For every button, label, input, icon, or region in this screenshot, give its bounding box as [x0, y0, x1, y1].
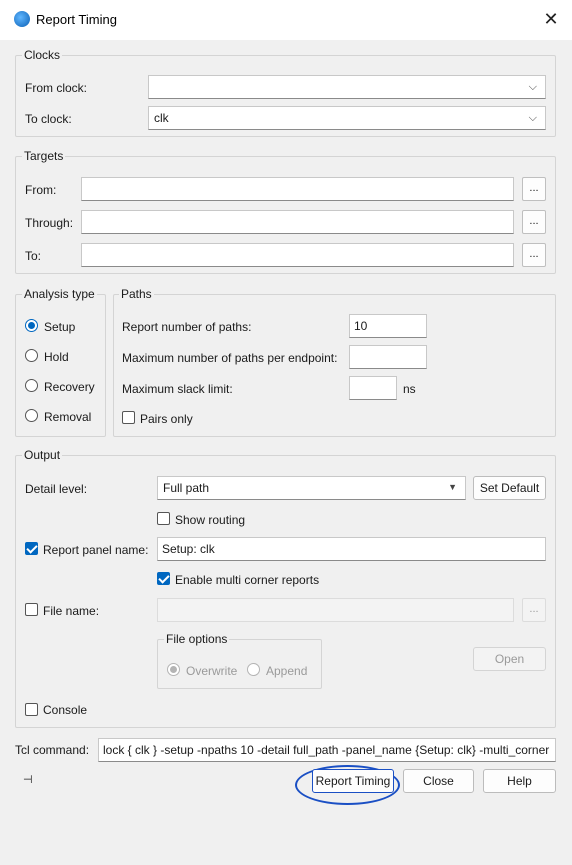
max-slack-input[interactable]: [349, 376, 397, 400]
hold-radio-label: Hold: [44, 350, 69, 364]
close-icon[interactable]: ✕: [540, 8, 562, 30]
target-through-browse-button[interactable]: ...: [522, 210, 546, 234]
max-per-endpoint-label: Maximum number of paths per endpoint:: [122, 351, 338, 365]
removal-radio-label: Removal: [44, 410, 92, 424]
max-slack-label: Maximum slack limit:: [122, 382, 233, 396]
targets-group-label: Targets: [22, 149, 66, 163]
hold-radio[interactable]: [25, 349, 38, 362]
overwrite-radio[interactable]: [167, 663, 180, 676]
pairs-only-checkbox[interactable]: [122, 411, 135, 424]
show-routing-checkbox[interactable]: [157, 512, 170, 525]
report-panel-name-checkbox[interactable]: [25, 542, 38, 555]
target-from-browse-button[interactable]: ...: [522, 177, 546, 201]
file-name-label: File name:: [43, 604, 100, 618]
file-options-label: File options: [164, 632, 230, 646]
max-per-endpoint-input[interactable]: [349, 345, 427, 369]
file-name-browse-button[interactable]: ...: [522, 598, 546, 622]
pin-icon[interactable]: ⊣: [23, 773, 33, 786]
report-panel-name-input[interactable]: Setup: clk: [157, 537, 546, 561]
console-label: Console: [43, 703, 88, 717]
max-slack-unit: ns: [403, 382, 416, 396]
window-bottom: [0, 850, 572, 865]
pairs-only-label: Pairs only: [140, 412, 193, 426]
chevron-down-icon: ⌵: [528, 81, 537, 93]
append-radio[interactable]: [247, 663, 260, 676]
recovery-radio[interactable]: [25, 379, 38, 392]
quartus-globe-icon: [14, 11, 30, 27]
detail-level-value: Full path: [163, 481, 210, 495]
target-through-label: Through:: [25, 216, 74, 230]
tcl-command-input[interactable]: lock { clk } -setup -npaths 10 -detail f…: [98, 738, 556, 762]
to-clock-select[interactable]: clk ⌵: [148, 106, 546, 130]
from-clock-select[interactable]: ⌵: [148, 75, 546, 99]
multi-corner-label: Enable multi corner reports: [175, 573, 320, 587]
target-through-input[interactable]: [81, 210, 514, 234]
target-to-input[interactable]: [81, 243, 514, 267]
to-clock-label: To clock:: [25, 112, 72, 126]
chevron-down-icon: ⌵: [528, 112, 537, 124]
target-to-browse-button[interactable]: ...: [522, 243, 546, 267]
show-routing-label: Show routing: [175, 513, 246, 527]
set-default-button[interactable]: Set Default: [473, 476, 546, 500]
console-checkbox[interactable]: [25, 703, 38, 716]
append-label: Append: [266, 664, 308, 678]
dropdown-arrow-icon: ▼: [448, 482, 457, 492]
setup-radio[interactable]: [25, 319, 38, 332]
target-from-input[interactable]: [81, 177, 514, 201]
recovery-radio-label: Recovery: [44, 380, 95, 394]
file-name-input[interactable]: [157, 598, 514, 622]
file-name-checkbox[interactable]: [25, 603, 38, 616]
to-clock-value: clk: [154, 111, 169, 125]
clocks-group-label: Clocks: [22, 48, 63, 62]
paths-group-label: Paths: [119, 287, 154, 301]
removal-radio[interactable]: [25, 409, 38, 422]
setup-radio-label: Setup: [44, 320, 76, 334]
output-group-label: Output: [22, 448, 63, 462]
detail-level-label: Detail level:: [25, 482, 88, 496]
target-to-label: To:: [25, 249, 42, 263]
report-panel-name-label: Report panel name:: [43, 543, 149, 557]
num-paths-input[interactable]: 10: [349, 314, 427, 338]
from-clock-label: From clock:: [25, 81, 88, 95]
open-button[interactable]: Open: [473, 647, 546, 671]
multi-corner-checkbox[interactable]: [157, 572, 170, 585]
help-button[interactable]: Help: [483, 769, 556, 793]
target-from-label: From:: [25, 183, 57, 197]
detail-level-select[interactable]: Full path ▼: [157, 476, 466, 500]
window-title: Report Timing: [36, 12, 117, 27]
tcl-command-label: Tcl command:: [15, 743, 90, 757]
overwrite-label: Overwrite: [186, 664, 238, 678]
report-timing-button[interactable]: Report Timing: [312, 769, 394, 793]
analysis-type-label: Analysis type: [22, 287, 97, 301]
close-button[interactable]: Close: [403, 769, 474, 793]
num-paths-label: Report number of paths:: [122, 320, 252, 334]
